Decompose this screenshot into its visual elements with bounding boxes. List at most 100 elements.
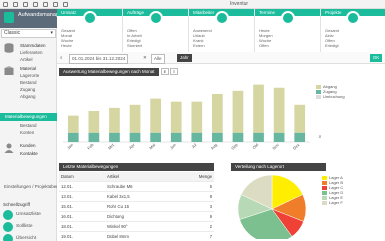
refresh-icon[interactable] [53, 2, 58, 7]
column-header[interactable]: Menge [199, 172, 212, 182]
period-select[interactable]: Jahr [177, 54, 192, 62]
table-cell: 9 [209, 214, 212, 219]
folder-icon [346, 11, 360, 25]
bar-abgang[interactable] [212, 93, 223, 133]
sidebar-item-zugang[interactable]: Zugang [0, 86, 57, 93]
bar-zugang[interactable] [150, 132, 161, 142]
bar-abgang[interactable] [129, 104, 141, 133]
table-cell: 18.01. [61, 224, 73, 229]
table-row[interactable]: 15.01. Rohr Cu 15 3 [59, 202, 214, 212]
sidebar-item-abgang[interactable]: Abgang [0, 93, 57, 100]
table-cell: 5 [209, 184, 212, 189]
bar-zugang[interactable] [294, 132, 306, 142]
file-icon[interactable] [3, 2, 8, 7]
legend-entry: Umbuchung [316, 94, 345, 99]
sidebar-item-lagerorte[interactable]: Lagerorte [0, 72, 57, 79]
bar-abgang[interactable] [294, 104, 306, 133]
date-range-input[interactable]: 01.01.2024 bis 31.12.2024 [69, 54, 129, 64]
bar-abgang[interactable] [150, 98, 161, 133]
bar-zugang[interactable] [232, 132, 244, 142]
x-tick-label: Dez [292, 142, 301, 151]
table-row[interactable]: 13.01. Kabel 3x1,5 8 [59, 192, 214, 202]
kpi-projekte[interactable]: Projekte Gesamt Aktiv Offen Erledigt [321, 9, 385, 52]
x-tick-label: Feb [86, 142, 95, 151]
chart-icon [3, 210, 13, 220]
sidebar-group-material[interactable]: Material [0, 65, 57, 72]
shortcut-uebersicht[interactable]: Übersicht [3, 234, 57, 241]
column-header[interactable]: Artikel [107, 172, 119, 182]
legend-label: Umbuchung [323, 94, 345, 99]
undo-icon[interactable] [13, 2, 18, 7]
shortcut-sollliste[interactable]: Sollliste [3, 222, 57, 232]
bar-zugang[interactable] [170, 132, 182, 142]
table-row[interactable]: 18.01. Winkel 90° 2 [59, 222, 214, 232]
sidebar-item-kunden[interactable]: Kunden [0, 142, 57, 149]
filter-select[interactable]: Alle [151, 54, 165, 64]
table-cell: 2 [209, 224, 212, 229]
kpi-mitarbeiter[interactable]: Mitarbeiter Anwesend Urlaub Krank Extern [189, 9, 255, 52]
shortcuts-heading: Schnellzugriff [3, 202, 30, 207]
bar-zugang[interactable] [212, 132, 223, 142]
kpi-title: Umsatz [61, 10, 77, 15]
legend-swatch [316, 94, 321, 99]
bar-abgang[interactable] [191, 101, 203, 133]
bar-zugang[interactable] [67, 132, 79, 142]
bar-zugang[interactable] [109, 132, 120, 142]
overview-icon [3, 234, 13, 241]
bar-abgang[interactable] [109, 107, 120, 133]
bar-abgang[interactable] [67, 115, 79, 133]
table-cell: 3 [209, 204, 212, 209]
column-header[interactable]: Datum [61, 172, 74, 182]
bar-zugang[interactable] [191, 132, 203, 142]
search-icon[interactable]: ⌕ [60, 54, 63, 62]
view-dropdown[interactable]: Classic ▾ [1, 29, 56, 38]
close-icon[interactable]: ✕ [143, 54, 147, 62]
bar-abgang[interactable] [232, 90, 244, 133]
clock-icon [280, 11, 295, 25]
sidebar-item-bestand-2[interactable]: Bestand [0, 122, 57, 129]
save-icon[interactable] [33, 2, 38, 7]
bar-panel-export-button[interactable]: E [161, 68, 169, 75]
ok-button[interactable]: OK [370, 54, 382, 62]
table-row[interactable]: 19.01. Dübel 8mm 7 [59, 232, 214, 241]
kpi-auftraege[interactable]: Aufträge Offen In Arbeit Erledigt Storni… [123, 9, 189, 52]
bar-abgang[interactable] [170, 101, 182, 133]
pie-legend: Lager A Lager B Lager C Lager D Lager E Lager… [322, 175, 343, 205]
pie-chart [237, 174, 307, 239]
euro-icon [82, 11, 97, 25]
bar-zugang[interactable] [88, 132, 100, 142]
bar-abgang[interactable] [273, 87, 285, 133]
print-icon[interactable] [43, 2, 48, 7]
sidebar-item-lieferanten[interactable]: Lieferanten [0, 49, 57, 56]
x-tick-label: Aug [210, 142, 219, 151]
table-cell: 19.01. [61, 234, 73, 239]
kpi-title: Termine [259, 10, 276, 15]
bar-abgang[interactable] [253, 84, 264, 133]
bar-zugang[interactable] [273, 132, 285, 142]
table-row[interactable]: 12.01. Schraube M6 5 [59, 182, 214, 192]
sidebar-item-kontakte[interactable]: Kontakte [0, 150, 57, 157]
window-title: Inventur [230, 1, 249, 7]
settings-icon[interactable] [63, 2, 68, 7]
bar-zugang[interactable] [253, 132, 264, 142]
search-icon[interactable]: ⌕ [316, 135, 324, 142]
sidebar-item-artikel[interactable]: Artikel [0, 56, 57, 63]
sidebar-item-materialbewegungen[interactable]: Materialbewegungen [0, 113, 57, 121]
bar-zugang[interactable] [129, 132, 141, 142]
bar-abgang[interactable] [88, 111, 100, 133]
x-tick-label: Sep [230, 142, 239, 151]
sidebar-group-stammdaten[interactable]: Stammdaten [0, 42, 57, 49]
kpi-umsatz[interactable]: Umsatz Gesamt Monat Woche Heute [57, 9, 123, 52]
sidebar-item-bestand[interactable]: Bestand [0, 79, 57, 86]
shortcut-umsatzliste[interactable]: Umsatzliste [3, 210, 57, 220]
table-header-row: Datum Artikel Menge [59, 172, 214, 182]
table-row[interactable]: 16.01. Dichtung 9 [59, 212, 214, 222]
bar-panel-menu-button[interactable]: ≡ [170, 68, 178, 75]
logo-mark-icon [4, 12, 14, 23]
shortcut-label: Übersicht [16, 236, 37, 241]
kpi-row: Storniert [127, 43, 143, 48]
list-icon [3, 222, 13, 232]
sidebar-item-konten[interactable]: Konten [0, 129, 57, 136]
kpi-termine[interactable]: Termine Heute Morgen Woche Offen [255, 9, 321, 52]
redo-icon[interactable] [23, 2, 28, 7]
